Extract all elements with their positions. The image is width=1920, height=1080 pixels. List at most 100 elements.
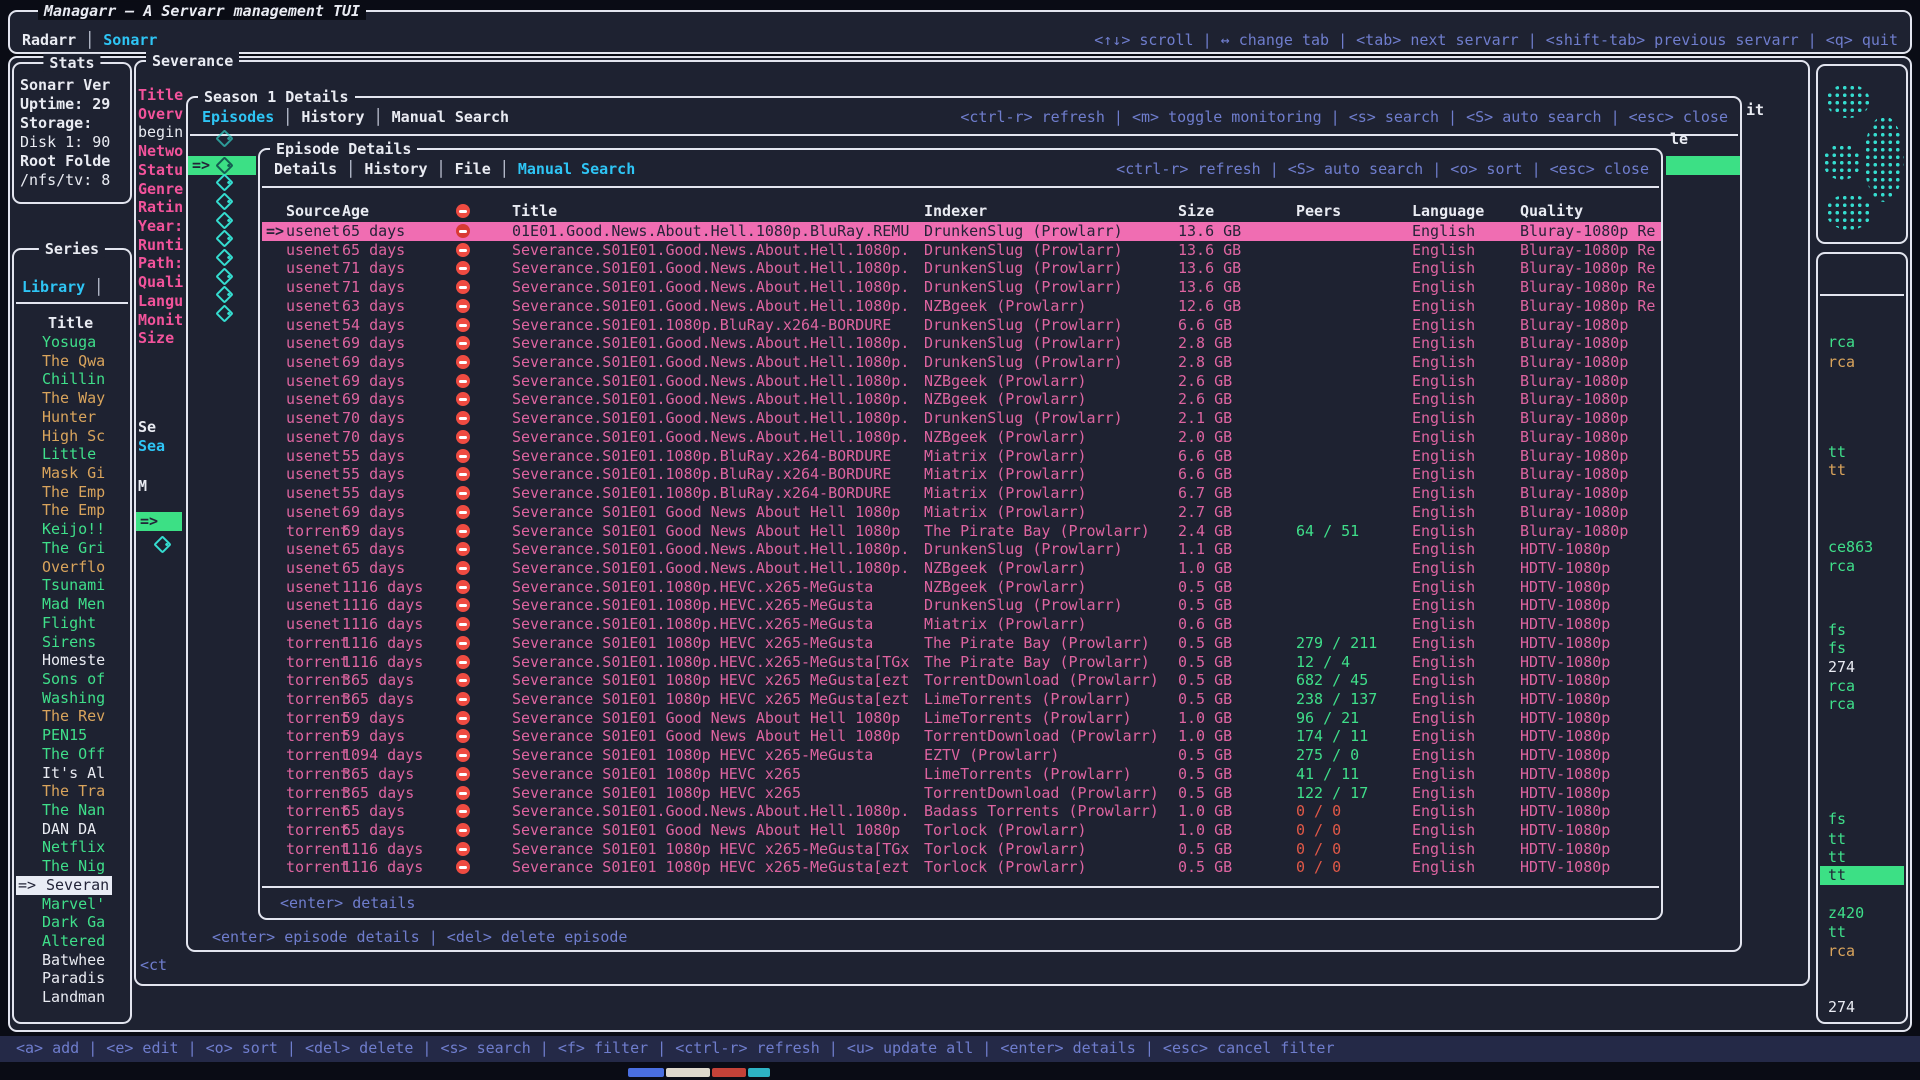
release-row[interactable]: torrent365 daysSeverance S01E01 1080p HE…	[262, 671, 1661, 690]
sidebar-item[interactable]: The Emp	[42, 483, 105, 502]
release-row[interactable]: torrent59 daysSeverance S01E01 Good News…	[262, 727, 1661, 746]
column-header-age[interactable]: Age	[342, 202, 369, 221]
sidebar-item[interactable]: Mask Gi	[42, 464, 105, 483]
selected-season-row-fragment[interactable]: =>	[136, 512, 182, 531]
release-row[interactable]: torrent365 daysSeverance S01E01 1080p HE…	[262, 690, 1661, 709]
seasons-tab-fragment[interactable]: Sea	[138, 437, 165, 456]
sidebar-item[interactable]: Marvel'	[42, 895, 105, 914]
release-size: 2.1 GB	[1178, 409, 1232, 428]
release-row[interactable]: usenet63 daysSeverance.S01E01.Good.News.…	[262, 297, 1661, 316]
release-row[interactable]: usenet70 daysSeverance.S01E01.Good.News.…	[262, 409, 1661, 428]
sidebar-item[interactable]: The Rev	[42, 707, 105, 726]
release-row[interactable]: usenet69 daysSeverance.S01E01.Good.News.…	[262, 353, 1661, 372]
release-row[interactable]: torrent1116 daysSeverance S01E01 1080p H…	[262, 840, 1661, 859]
sidebar-item[interactable]: Hunter	[42, 408, 96, 427]
tab-radarr[interactable]: Radarr	[22, 31, 76, 50]
release-row[interactable]: usenet69 daysSeverance.S01E01.Good.News.…	[262, 372, 1661, 391]
column-header-title[interactable]: Title	[512, 202, 557, 221]
release-row[interactable]: torrent65 daysSeverance S01E01 Good News…	[262, 821, 1661, 840]
column-header-quality[interactable]: Quality	[1520, 202, 1583, 221]
sidebar-item[interactable]: Yosuga	[42, 333, 96, 352]
tab-episode-manual-search[interactable]: Manual Search	[518, 160, 635, 179]
sidebar-item[interactable]: Overflo	[42, 558, 105, 577]
release-peers: 0 / 0	[1296, 802, 1341, 821]
reject-icon	[456, 467, 470, 481]
release-row[interactable]: =>usenet65 days01E01.Good.News.About.Hel…	[262, 222, 1661, 241]
release-row[interactable]: usenet55 daysSeverance.S01E01.1080p.BluR…	[262, 465, 1661, 484]
release-row[interactable]: usenet54 daysSeverance.S01E01.1080p.BluR…	[262, 316, 1661, 335]
tab-season-history[interactable]: History	[301, 108, 364, 127]
tab-episode-details[interactable]: Details	[274, 160, 337, 179]
sidebar-item[interactable]: It's Al	[42, 764, 105, 783]
release-row[interactable]: usenet1116 daysSeverance.S01E01.1080p.HE…	[262, 615, 1661, 634]
sidebar-item[interactable]: Keijo!!	[42, 520, 105, 539]
tab-library[interactable]: Library	[22, 278, 85, 297]
sidebar-item[interactable]: The Qwa	[42, 352, 105, 371]
release-row[interactable]: usenet71 daysSeverance.S01E01.Good.News.…	[262, 278, 1661, 297]
sidebar-item[interactable]: The Emp	[42, 501, 105, 520]
release-size: 0.5 GB	[1178, 671, 1232, 690]
release-row[interactable]: usenet69 daysSeverance S01E01 Good News …	[262, 503, 1661, 522]
sidebar-item[interactable]: Tsunami	[42, 576, 105, 595]
sidebar-item[interactable]: Landman	[42, 988, 105, 1007]
release-row[interactable]: usenet69 daysSeverance.S01E01.Good.News.…	[262, 390, 1661, 409]
release-row[interactable]: usenet69 daysSeverance.S01E01.Good.News.…	[262, 334, 1661, 353]
column-header-size[interactable]: Size	[1178, 202, 1214, 221]
release-title: Severance.S01E01.1080p.BluRay.x264-BORDU…	[512, 447, 891, 466]
release-row[interactable]: torrent1094 daysSeverance S01E01 1080p H…	[262, 746, 1661, 765]
selected-episode-row-fragment-right[interactable]	[1666, 156, 1740, 175]
release-row[interactable]: torrent365 daysSeverance S01E01 1080p HE…	[262, 784, 1661, 803]
release-row[interactable]: torrent65 daysSeverance.S01E01.Good.News…	[262, 802, 1661, 821]
release-title: Severance S01E01 1080p HEVC x265	[512, 784, 801, 803]
sidebar-item[interactable]: Dark Ga	[42, 913, 105, 932]
tab-season-manual-search[interactable]: Manual Search	[392, 108, 509, 127]
release-row[interactable]: usenet1116 daysSeverance.S01E01.1080p.HE…	[262, 596, 1661, 615]
sidebar-item[interactable]: Altered	[42, 932, 105, 951]
sidebar-item[interactable]: The Gri	[42, 539, 105, 558]
release-row[interactable]: torrent1116 daysSeverance S01E01 1080p H…	[262, 634, 1661, 653]
sidebar-item[interactable]: Sirens	[42, 633, 96, 652]
release-row[interactable]: torrent1116 daysSeverance.S01E01.1080p.H…	[262, 653, 1661, 672]
sidebar-item[interactable]: Mad Men	[42, 595, 105, 614]
tab-episodes[interactable]: Episodes	[202, 108, 274, 127]
sidebar-item[interactable]: Washing	[42, 689, 105, 708]
release-row[interactable]: torrent365 daysSeverance S01E01 1080p HE…	[262, 765, 1661, 784]
sidebar-item[interactable]: Flight	[42, 614, 96, 633]
release-row[interactable]: usenet65 daysSeverance.S01E01.Good.News.…	[262, 559, 1661, 578]
sidebar-item[interactable]: Sons of	[42, 670, 105, 689]
sidebar-item[interactable]: Chillin	[42, 370, 105, 389]
sidebar-item[interactable]: The Nan	[42, 801, 105, 820]
sidebar-item[interactable]: The Off	[42, 745, 105, 764]
column-header-indexer[interactable]: Indexer	[924, 202, 987, 221]
sidebar-item[interactable]: Paradis	[42, 969, 105, 988]
sidebar-item[interactable]: The Way	[42, 389, 105, 408]
release-row[interactable]: torrent69 daysSeverance S01E01 Good News…	[262, 522, 1661, 541]
release-row[interactable]: usenet65 daysSeverance.S01E01.Good.News.…	[262, 540, 1661, 559]
sidebar-item[interactable]: Homeste	[42, 651, 105, 670]
column-header-source[interactable]: Source	[286, 202, 340, 221]
sidebar-item[interactable]: The Tra	[42, 782, 105, 801]
release-row[interactable]: usenet65 daysSeverance.S01E01.Good.News.…	[262, 241, 1661, 260]
tab-sonarr[interactable]: Sonarr	[103, 31, 157, 50]
sidebar-item[interactable]: PEN15	[42, 726, 87, 745]
release-row[interactable]: usenet55 daysSeverance.S01E01.1080p.BluR…	[262, 447, 1661, 466]
sidebar-item[interactable]: Little	[42, 445, 96, 464]
column-header-peers[interactable]: Peers	[1296, 202, 1341, 221]
release-row[interactable]: usenet70 daysSeverance.S01E01.Good.News.…	[262, 428, 1661, 447]
tab-episode-history[interactable]: History	[364, 160, 427, 179]
stats-line: Disk 1: 90	[20, 133, 110, 152]
sidebar-item-selected[interactable]: =>Severan	[16, 876, 112, 895]
release-row[interactable]: usenet1116 daysSeverance.S01E01.1080p.HE…	[262, 578, 1661, 597]
sidebar-item[interactable]: The Nig	[42, 857, 105, 876]
sidebar-item[interactable]: Netflix	[42, 838, 105, 857]
release-row[interactable]: usenet55 daysSeverance.S01E01.1080p.BluR…	[262, 484, 1661, 503]
sidebar-item[interactable]: High Sc	[42, 427, 105, 446]
release-peers: 275 / 0	[1296, 746, 1359, 765]
column-header-language[interactable]: Language	[1412, 202, 1484, 221]
release-row[interactable]: torrent59 daysSeverance S01E01 Good News…	[262, 709, 1661, 728]
release-row[interactable]: torrent1116 daysSeverance S01E01 1080p H…	[262, 858, 1661, 877]
sidebar-item[interactable]: DAN DA	[42, 820, 96, 839]
tab-episode-file[interactable]: File	[455, 160, 491, 179]
sidebar-item[interactable]: Batwhee	[42, 951, 105, 970]
release-row[interactable]: usenet71 daysSeverance.S01E01.Good.News.…	[262, 259, 1661, 278]
